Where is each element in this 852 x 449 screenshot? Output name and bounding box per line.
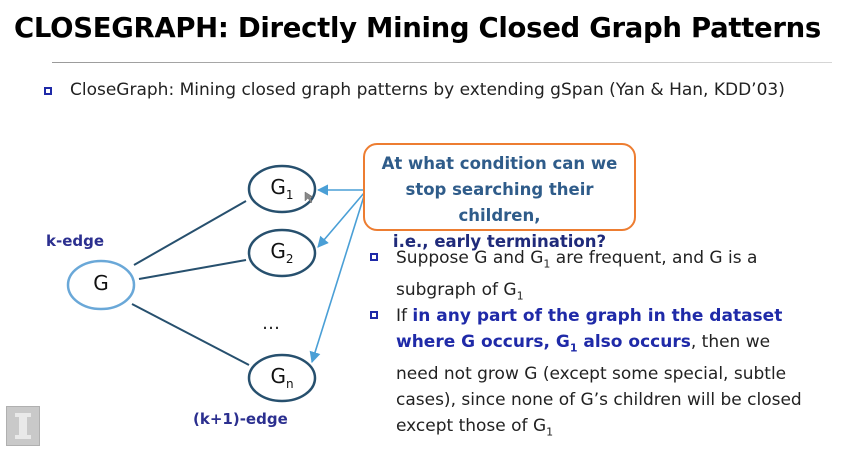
- k1-edge-label: (k+1)-edge: [193, 410, 288, 428]
- bullet-suppose: Suppose G and G1 are frequent, and G is …: [396, 248, 758, 303]
- edge-g-g2: [138, 259, 247, 280]
- question-callout: At what condition can we stop searching …: [363, 143, 636, 251]
- edge-g-g1: [133, 200, 247, 266]
- k-edge-label: k-edge: [46, 232, 105, 250]
- bullet-marker: [370, 311, 378, 319]
- bullet-early-termination: If in any part of the graph in the datas…: [396, 306, 802, 439]
- edge-g-gn: [131, 303, 250, 366]
- callout-line1: At what condition can we: [381, 154, 618, 173]
- node-gn-label: Gn: [270, 364, 294, 391]
- presenter-logo-icon: [6, 406, 40, 446]
- node-g1-label: G1: [270, 175, 294, 202]
- callout-line2: stop searching their children,: [405, 180, 594, 225]
- bullet-marker: [370, 253, 378, 261]
- ellipsis: …: [262, 313, 280, 334]
- node-g-label: G: [93, 271, 109, 295]
- arrow-to-gn: [309, 195, 365, 364]
- node-g2-label: G2: [270, 239, 294, 266]
